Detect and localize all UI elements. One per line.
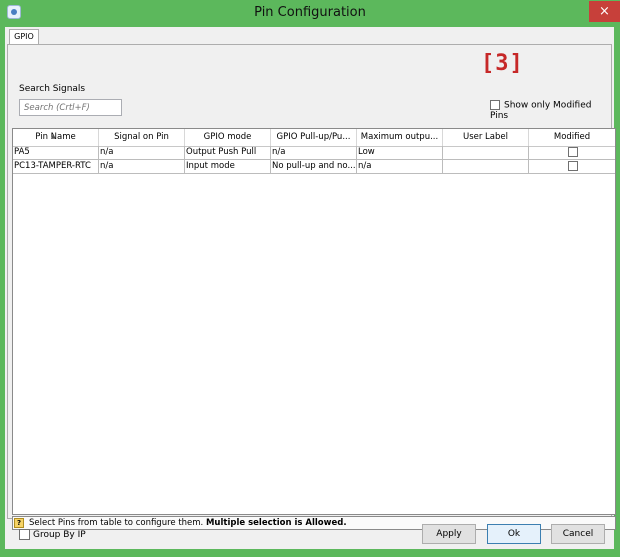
- cell-speed: n/a: [357, 160, 443, 173]
- show-modified-toggle[interactable]: Show only Modified Pins: [490, 100, 611, 121]
- hint-bold-text: Multiple selection is Allowed.: [205, 518, 347, 528]
- col-modified[interactable]: Modified: [529, 129, 615, 146]
- modified-checkbox[interactable]: [567, 161, 578, 171]
- cell-mode: Output Push Pull: [185, 146, 271, 159]
- annotation-marker: [3]: [481, 51, 524, 76]
- search-label: Search Signals: [19, 84, 86, 94]
- group-by-ip-label: Group By IP: [33, 530, 86, 540]
- close-button[interactable]: ×: [589, 1, 620, 22]
- group-by-ip-checkbox[interactable]: [19, 529, 30, 540]
- cell-modified: [529, 160, 615, 173]
- cell-pull: No pull-up and no...: [272, 160, 357, 173]
- help-icon: ?: [14, 518, 24, 528]
- cell-pin: PA5: [13, 146, 99, 159]
- col-pin-name[interactable]: ▲ Pin Name: [13, 129, 99, 146]
- pin-table: ▲ Pin Name Signal on Pin GPIO mode GPIO P…: [12, 128, 616, 515]
- ok-button[interactable]: Ok: [487, 524, 541, 544]
- tab-gpio[interactable]: GPIO: [9, 29, 39, 44]
- cancel-button[interactable]: Cancel: [551, 524, 605, 544]
- cell-pin: PC13-TAMPER-RTC: [13, 160, 99, 173]
- cell-mode: Input mode: [185, 160, 271, 173]
- window-frame: Pin Configuration × GPIO [3] Search Sign…: [0, 0, 620, 557]
- search-input[interactable]: [19, 99, 122, 116]
- dialog-body: GPIO [3] Search Signals Show only Modifi…: [5, 27, 616, 549]
- table-row[interactable]: PA5 n/a Output Push Pull n/a Low: [13, 146, 615, 160]
- cell-pull: n/a: [271, 146, 357, 159]
- col-gpio-mode[interactable]: GPIO mode: [185, 129, 271, 146]
- title-bar[interactable]: Pin Configuration ×: [0, 0, 620, 27]
- table-row[interactable]: PC13-TAMPER-RTC n/a Input mode No pull-u…: [13, 160, 615, 174]
- cell-signal: n/a: [99, 160, 185, 173]
- hint-text: Select Pins from table to configure them…: [29, 518, 347, 528]
- gpio-panel: [3] Search Signals Show only Modified Pi…: [7, 45, 616, 530]
- modified-checkbox[interactable]: [567, 147, 578, 157]
- sort-arrow-icon: ▲: [51, 133, 56, 140]
- show-modified-label: Show only Modified Pins: [490, 100, 592, 121]
- col-max-output[interactable]: Maximum outpu...: [357, 129, 443, 146]
- cell-user-label[interactable]: [443, 146, 529, 159]
- cell-modified: [529, 146, 615, 159]
- col-signal[interactable]: Signal on Pin: [99, 129, 185, 146]
- col-user-label[interactable]: User Label: [443, 129, 529, 146]
- window-title: Pin Configuration: [254, 5, 366, 20]
- cell-speed: Low: [357, 146, 443, 159]
- table-header: ▲ Pin Name Signal on Pin GPIO mode GPIO P…: [13, 129, 615, 147]
- col-pull[interactable]: GPIO Pull-up/Pu...: [271, 129, 357, 146]
- show-modified-checkbox[interactable]: [490, 100, 500, 110]
- cell-user-label[interactable]: [443, 160, 529, 173]
- group-by-ip-toggle[interactable]: Group By IP: [19, 529, 86, 540]
- cell-signal: n/a: [99, 146, 185, 159]
- apply-button[interactable]: Apply: [422, 524, 476, 544]
